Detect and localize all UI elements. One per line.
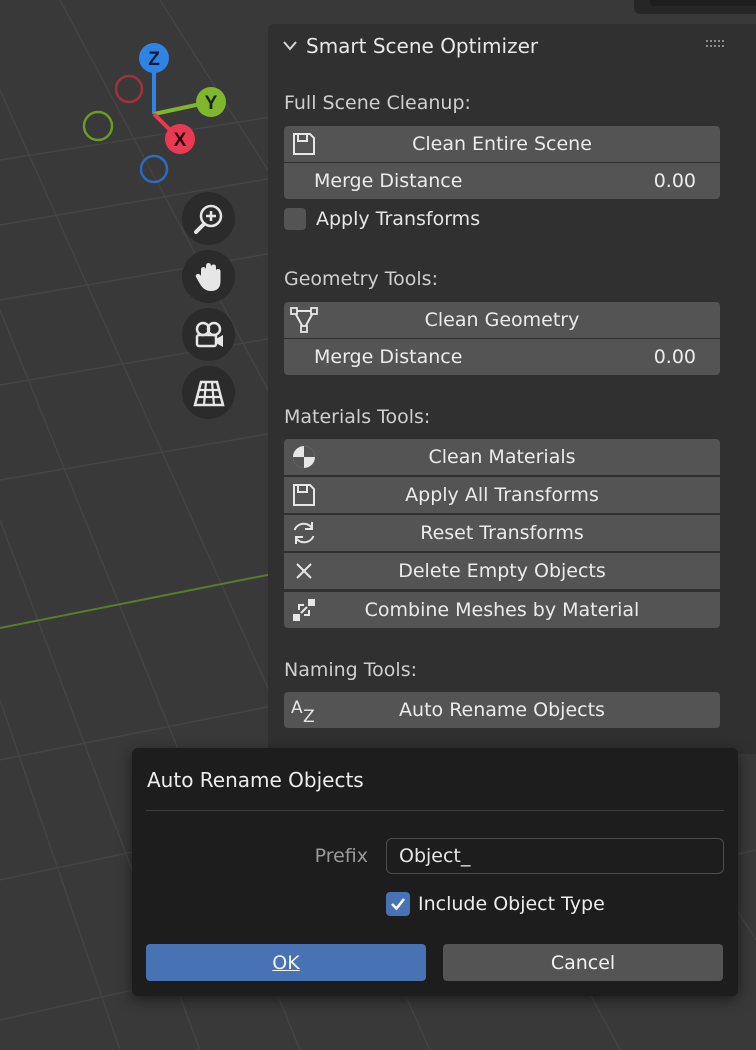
z-axis-label: Z — [148, 49, 160, 70]
materials-tools-label: Materials Tools: — [284, 406, 431, 428]
auto-rename-dialog: Auto Rename Objects Prefix Include Objec… — [132, 748, 738, 996]
x-icon — [290, 557, 318, 585]
link-icon — [290, 596, 318, 624]
checkmark-icon — [391, 898, 406, 911]
apply-transforms-label: Apply Transforms — [316, 208, 481, 230]
neg-y-axis-handle — [82, 110, 114, 142]
apply-all-transforms-button[interactable]: Apply All Transforms — [284, 477, 720, 513]
smart-scene-optimizer-panel: Smart Scene Optimizer Full Scene Cleanup… — [268, 24, 756, 754]
reset-transforms-label: Reset Transforms — [420, 522, 584, 544]
auto-rename-objects-button[interactable]: AZ Auto Rename Objects — [284, 692, 720, 728]
ok-label: OK — [272, 951, 300, 974]
material-icon — [290, 443, 318, 471]
clean-materials-button[interactable]: Clean Materials — [284, 439, 720, 475]
geometry-tools-label: Geometry Tools: — [284, 268, 438, 290]
zoom-icon — [193, 204, 222, 234]
refresh-icon — [290, 519, 318, 547]
save-icon — [290, 481, 318, 509]
geometry-merge-distance-label: Merge Distance — [314, 346, 463, 368]
dialog-divider — [146, 810, 724, 811]
full-scene-cleanup-label: Full Scene Cleanup: — [284, 92, 471, 114]
neg-x-axis-handle — [114, 74, 144, 104]
camera-button[interactable] — [182, 308, 235, 361]
geometry-merge-distance-value: 0.00 — [653, 346, 696, 368]
prefix-label: Prefix — [314, 845, 368, 867]
x-axis-label: X — [174, 130, 187, 151]
svg-text:Z: Z — [303, 707, 315, 724]
dialog-title: Auto Rename Objects — [147, 768, 364, 792]
apply-transforms-checkbox[interactable] — [284, 208, 306, 230]
hand-icon — [195, 262, 220, 291]
clean-entire-scene-button[interactable]: Clean Entire Scene — [284, 126, 720, 162]
camera-icon — [195, 321, 223, 347]
combine-meshes-label: Combine Meshes by Material — [364, 599, 640, 621]
clean-geometry-label: Clean Geometry — [424, 309, 580, 331]
grid-perspective-icon — [192, 380, 225, 406]
apply-transforms-checkbox-row[interactable]: Apply Transforms — [284, 208, 480, 230]
auto-rename-objects-label: Auto Rename Objects — [399, 699, 605, 721]
reset-transforms-button[interactable]: Reset Transforms — [284, 515, 720, 551]
header-tab[interactable] — [634, 0, 756, 14]
merge-distance-value: 0.00 — [653, 170, 696, 192]
cancel-button[interactable]: Cancel — [443, 944, 723, 981]
merge-distance-field[interactable]: Merge Distance 0.00 — [284, 163, 720, 199]
panel-header[interactable]: Smart Scene Optimizer — [282, 34, 538, 58]
prefix-input[interactable] — [386, 838, 724, 874]
panel-title: Smart Scene Optimizer — [306, 34, 539, 58]
apply-all-transforms-label: Apply All Transforms — [405, 484, 599, 506]
cancel-label: Cancel — [550, 951, 616, 974]
pan-button[interactable] — [182, 250, 235, 303]
combine-meshes-button[interactable]: Combine Meshes by Material — [284, 592, 720, 628]
include-object-type-checkbox[interactable] — [386, 892, 410, 916]
vertex-icon — [290, 306, 318, 334]
y-axis-label: Y — [205, 93, 218, 114]
include-object-type-row[interactable]: Include Object Type — [386, 892, 605, 916]
drag-handle-icon[interactable] — [706, 40, 728, 50]
clean-materials-label: Clean Materials — [428, 446, 576, 468]
delete-empty-objects-label: Delete Empty Objects — [398, 560, 606, 582]
ok-button[interactable]: OK — [146, 944, 426, 981]
save-icon — [290, 130, 318, 158]
merge-distance-label: Merge Distance — [314, 170, 463, 192]
include-object-type-label: Include Object Type — [418, 893, 605, 915]
clean-entire-scene-label: Clean Entire Scene — [412, 133, 592, 155]
naming-tools-label: Naming Tools: — [284, 659, 417, 681]
neg-z-axis-handle — [139, 154, 169, 184]
svg-text:A: A — [291, 698, 303, 718]
perspective-button[interactable] — [182, 366, 235, 419]
sort-alpha-icon: AZ — [290, 696, 318, 724]
chevron-down-icon — [283, 41, 297, 51]
geometry-merge-distance-field[interactable]: Merge Distance 0.00 — [284, 339, 720, 375]
navigation-gizmo[interactable]: Z Y X — [76, 36, 236, 206]
delete-empty-objects-button[interactable]: Delete Empty Objects — [284, 553, 720, 589]
zoom-button[interactable] — [182, 192, 235, 245]
clean-geometry-button[interactable]: Clean Geometry — [284, 302, 720, 338]
